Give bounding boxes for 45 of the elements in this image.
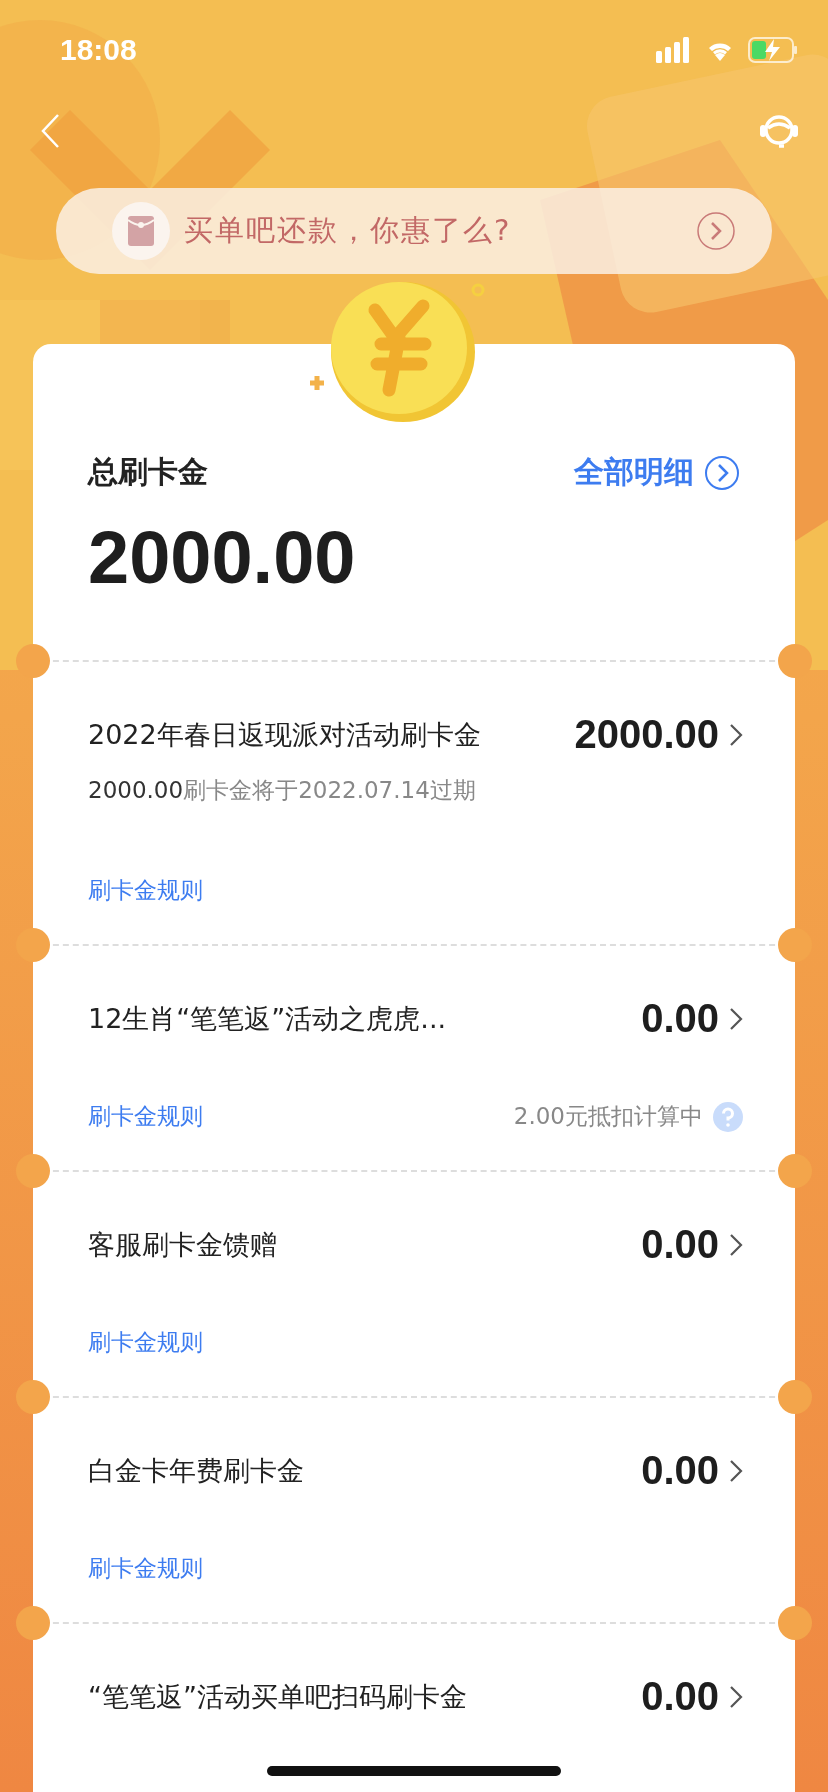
rules-link[interactable]: 刷卡金规则 [88,1327,203,1358]
battery-charging-icon [748,37,798,63]
total-label: 总刷卡金 [88,453,208,491]
all-details-link[interactable]: 全部明细 [574,452,740,493]
item-title: 白金卡年费刷卡金 [88,1453,305,1488]
chevron-right-icon [729,1232,743,1257]
item-title: 2022年春日返现派对活动刷卡金 [88,717,482,752]
rules-link[interactable]: 刷卡金规则 [88,1101,203,1132]
chevron-right-icon [729,1006,743,1031]
chevron-circle-icon [696,211,736,251]
item-amount: 0.00 [641,1448,719,1493]
chevron-right-icon [729,722,743,747]
notch-cutout [778,1380,812,1414]
item-amount: 2000.00 [574,712,719,757]
rules-link[interactable]: 刷卡金规则 [88,1553,203,1584]
chevron-right-icon [729,1684,743,1709]
deduction-note: 2.00元抵扣计算中 [513,1102,703,1131]
rules-link[interactable]: 刷卡金规则 [88,875,203,906]
total-amount: 2000.00 [88,515,357,600]
notch-cutout [16,644,50,678]
expiry-text: 刷卡金将于2022.07.14过期 [183,777,476,803]
status-time: 18:08 [60,33,137,67]
chevron-right-icon [729,1458,743,1483]
banner-text: 买单吧还款，你惠了么? [184,212,513,249]
notch-cutout [16,1154,50,1188]
help-icon[interactable] [713,1101,743,1132]
notch-cutout [16,1380,50,1414]
notch-cutout [16,928,50,962]
notch-cutout [778,928,812,962]
item-amount: 0.00 [641,1222,719,1267]
expiry-amount: 2000.00 [88,777,184,803]
signal-icon [656,37,692,63]
item-title: “笔笔返”活动买单吧扫码刷卡金 [88,1679,468,1714]
promo-banner[interactable]: 买单吧还款，你惠了么? [56,188,772,274]
item-title: 客服刷卡金馈赠 [88,1227,278,1262]
back-icon[interactable] [40,113,60,149]
chevron-circle-icon [704,454,740,491]
item-title: 12生肖“笔笔返”活动之虎虎... [88,1001,448,1036]
notch-cutout [778,1154,812,1188]
notch-cutout [16,1606,50,1640]
item-amount: 0.00 [641,996,719,1041]
notch-cutout [778,1606,812,1640]
item-amount: 0.00 [641,1674,719,1719]
notch-cutout [778,644,812,678]
envelope-icon [112,202,170,260]
